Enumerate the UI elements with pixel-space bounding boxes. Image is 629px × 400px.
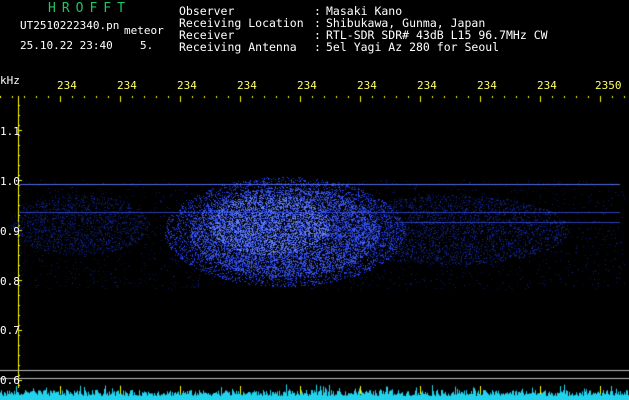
freq-unit-label: kHz (0, 74, 20, 87)
freq-tick-label: 0.9 (0, 225, 20, 238)
time-tick-label: 2350 (595, 79, 622, 92)
time-tick-label: 234 (417, 79, 437, 92)
filename-label: UT2510222340.pn (20, 19, 120, 32)
freq-tick-label: 0.8 (0, 275, 20, 288)
freq-tick-label: 0.7 (0, 324, 20, 337)
datetime-label: 25.10.22 23:40 (20, 39, 113, 52)
time-tick-label: 234 (237, 79, 257, 92)
time-tick-label: 234 (357, 79, 377, 92)
time-tick-label: 234 (57, 79, 77, 92)
antenna-sep: : (314, 40, 321, 54)
meteor-count: 5. (140, 39, 154, 52)
spectrogram-canvas (0, 0, 629, 400)
time-tick-label: 234 (297, 79, 317, 92)
freq-tick-label: 0.6 (0, 374, 20, 387)
time-tick-label: 234 (477, 79, 497, 92)
freq-tick-label: 1.1 (0, 125, 20, 138)
freq-tick-label: 1.0 (0, 175, 20, 188)
meteor-label: meteor (124, 24, 164, 37)
antenna-value: 5el Yagi Az 280 for Seoul (326, 40, 500, 54)
time-tick-label: 234 (537, 79, 557, 92)
antenna-label: Receiving Antenna (179, 40, 297, 54)
time-tick-label: 234 (117, 79, 137, 92)
hrofft-logo: HROFFT (48, 1, 131, 16)
time-tick-label: 234 (177, 79, 197, 92)
